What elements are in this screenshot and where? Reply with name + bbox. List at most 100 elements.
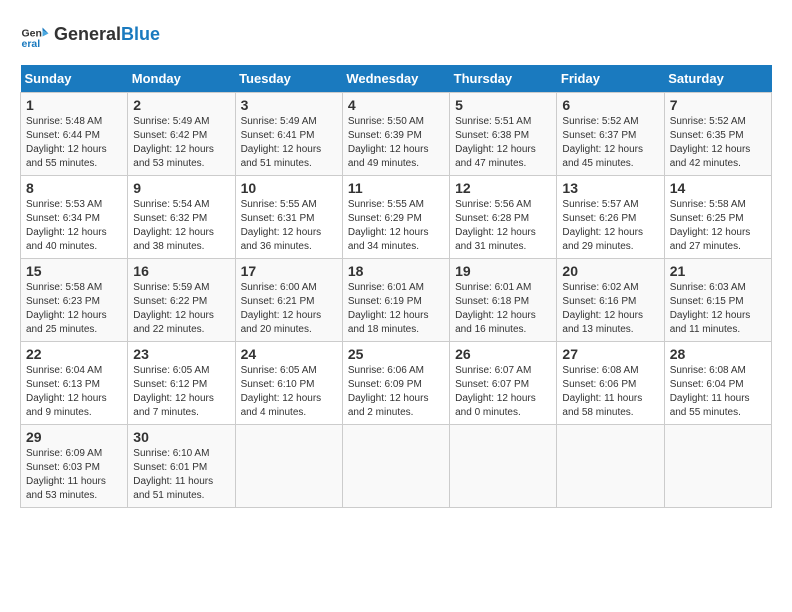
calendar-cell: 27 Sunrise: 6:08 AM Sunset: 6:06 PM Dayl… [557,342,664,425]
day-number: 30 [133,429,229,445]
calendar-cell: 22 Sunrise: 6:04 AM Sunset: 6:13 PM Dayl… [21,342,128,425]
calendar-cell: 28 Sunrise: 6:08 AM Sunset: 6:04 PM Dayl… [664,342,771,425]
page-header: Gen eral GeneralBlue [20,20,772,50]
col-header-monday: Monday [128,65,235,93]
day-info: Sunrise: 5:58 AM Sunset: 6:25 PM Dayligh… [670,198,766,254]
calendar-cell: 21 Sunrise: 6:03 AM Sunset: 6:15 PM Dayl… [664,259,771,342]
calendar-cell: 14 Sunrise: 5:58 AM Sunset: 6:25 PM Dayl… [664,176,771,259]
day-number: 29 [26,429,122,445]
week-row-5: 29 Sunrise: 6:09 AM Sunset: 6:03 PM Dayl… [21,425,772,508]
day-info: Sunrise: 5:52 AM Sunset: 6:35 PM Dayligh… [670,115,766,171]
day-info: Sunrise: 6:10 AM Sunset: 6:01 PM Dayligh… [133,447,229,503]
calendar-cell: 18 Sunrise: 6:01 AM Sunset: 6:19 PM Dayl… [342,259,449,342]
day-number: 16 [133,263,229,279]
calendar-cell: 2 Sunrise: 5:49 AM Sunset: 6:42 PM Dayli… [128,93,235,176]
day-info: Sunrise: 6:05 AM Sunset: 6:10 PM Dayligh… [241,364,337,420]
day-info: Sunrise: 5:57 AM Sunset: 6:26 PM Dayligh… [562,198,658,254]
calendar-cell: 9 Sunrise: 5:54 AM Sunset: 6:32 PM Dayli… [128,176,235,259]
logo: Gen eral GeneralBlue [20,20,160,50]
logo-blue: Blue [121,24,160,44]
calendar-cell: 23 Sunrise: 6:05 AM Sunset: 6:12 PM Dayl… [128,342,235,425]
week-row-4: 22 Sunrise: 6:04 AM Sunset: 6:13 PM Dayl… [21,342,772,425]
day-number: 2 [133,97,229,113]
day-number: 14 [670,180,766,196]
calendar-cell [450,425,557,508]
day-number: 3 [241,97,337,113]
day-info: Sunrise: 6:00 AM Sunset: 6:21 PM Dayligh… [241,281,337,337]
day-info: Sunrise: 5:48 AM Sunset: 6:44 PM Dayligh… [26,115,122,171]
day-info: Sunrise: 5:58 AM Sunset: 6:23 PM Dayligh… [26,281,122,337]
day-info: Sunrise: 6:08 AM Sunset: 6:04 PM Dayligh… [670,364,766,420]
week-row-3: 15 Sunrise: 5:58 AM Sunset: 6:23 PM Dayl… [21,259,772,342]
day-info: Sunrise: 5:50 AM Sunset: 6:39 PM Dayligh… [348,115,444,171]
calendar-cell: 10 Sunrise: 5:55 AM Sunset: 6:31 PM Dayl… [235,176,342,259]
day-number: 15 [26,263,122,279]
header-row: SundayMondayTuesdayWednesdayThursdayFrid… [21,65,772,93]
calendar-cell: 20 Sunrise: 6:02 AM Sunset: 6:16 PM Dayl… [557,259,664,342]
day-number: 17 [241,263,337,279]
col-header-friday: Friday [557,65,664,93]
day-info: Sunrise: 5:55 AM Sunset: 6:31 PM Dayligh… [241,198,337,254]
calendar-cell: 1 Sunrise: 5:48 AM Sunset: 6:44 PM Dayli… [21,93,128,176]
day-info: Sunrise: 6:03 AM Sunset: 6:15 PM Dayligh… [670,281,766,337]
day-info: Sunrise: 5:56 AM Sunset: 6:28 PM Dayligh… [455,198,551,254]
day-number: 20 [562,263,658,279]
col-header-sunday: Sunday [21,65,128,93]
week-row-1: 1 Sunrise: 5:48 AM Sunset: 6:44 PM Dayli… [21,93,772,176]
col-header-thursday: Thursday [450,65,557,93]
day-number: 13 [562,180,658,196]
day-info: Sunrise: 5:49 AM Sunset: 6:42 PM Dayligh… [133,115,229,171]
day-number: 18 [348,263,444,279]
day-number: 9 [133,180,229,196]
calendar-cell: 5 Sunrise: 5:51 AM Sunset: 6:38 PM Dayli… [450,93,557,176]
calendar-cell: 11 Sunrise: 5:55 AM Sunset: 6:29 PM Dayl… [342,176,449,259]
day-number: 11 [348,180,444,196]
day-number: 22 [26,346,122,362]
calendar-cell: 26 Sunrise: 6:07 AM Sunset: 6:07 PM Dayl… [450,342,557,425]
calendar-cell [557,425,664,508]
day-number: 26 [455,346,551,362]
day-number: 6 [562,97,658,113]
day-info: Sunrise: 5:59 AM Sunset: 6:22 PM Dayligh… [133,281,229,337]
day-info: Sunrise: 6:07 AM Sunset: 6:07 PM Dayligh… [455,364,551,420]
day-info: Sunrise: 6:05 AM Sunset: 6:12 PM Dayligh… [133,364,229,420]
day-info: Sunrise: 6:02 AM Sunset: 6:16 PM Dayligh… [562,281,658,337]
day-info: Sunrise: 6:01 AM Sunset: 6:19 PM Dayligh… [348,281,444,337]
day-info: Sunrise: 5:54 AM Sunset: 6:32 PM Dayligh… [133,198,229,254]
calendar-cell [664,425,771,508]
day-number: 7 [670,97,766,113]
calendar-table: SundayMondayTuesdayWednesdayThursdayFrid… [20,65,772,508]
day-number: 21 [670,263,766,279]
calendar-cell: 24 Sunrise: 6:05 AM Sunset: 6:10 PM Dayl… [235,342,342,425]
day-number: 10 [241,180,337,196]
calendar-cell: 6 Sunrise: 5:52 AM Sunset: 6:37 PM Dayli… [557,93,664,176]
calendar-cell: 4 Sunrise: 5:50 AM Sunset: 6:39 PM Dayli… [342,93,449,176]
calendar-cell: 29 Sunrise: 6:09 AM Sunset: 6:03 PM Dayl… [21,425,128,508]
calendar-cell: 12 Sunrise: 5:56 AM Sunset: 6:28 PM Dayl… [450,176,557,259]
day-info: Sunrise: 6:01 AM Sunset: 6:18 PM Dayligh… [455,281,551,337]
day-info: Sunrise: 5:55 AM Sunset: 6:29 PM Dayligh… [348,198,444,254]
day-info: Sunrise: 5:51 AM Sunset: 6:38 PM Dayligh… [455,115,551,171]
day-number: 5 [455,97,551,113]
day-info: Sunrise: 5:52 AM Sunset: 6:37 PM Dayligh… [562,115,658,171]
day-info: Sunrise: 5:49 AM Sunset: 6:41 PM Dayligh… [241,115,337,171]
col-header-saturday: Saturday [664,65,771,93]
day-number: 24 [241,346,337,362]
day-info: Sunrise: 6:04 AM Sunset: 6:13 PM Dayligh… [26,364,122,420]
week-row-2: 8 Sunrise: 5:53 AM Sunset: 6:34 PM Dayli… [21,176,772,259]
day-number: 12 [455,180,551,196]
calendar-cell: 17 Sunrise: 6:00 AM Sunset: 6:21 PM Dayl… [235,259,342,342]
calendar-cell: 30 Sunrise: 6:10 AM Sunset: 6:01 PM Dayl… [128,425,235,508]
day-number: 8 [26,180,122,196]
calendar-cell: 25 Sunrise: 6:06 AM Sunset: 6:09 PM Dayl… [342,342,449,425]
calendar-cell: 7 Sunrise: 5:52 AM Sunset: 6:35 PM Dayli… [664,93,771,176]
calendar-cell: 16 Sunrise: 5:59 AM Sunset: 6:22 PM Dayl… [128,259,235,342]
col-header-tuesday: Tuesday [235,65,342,93]
day-number: 4 [348,97,444,113]
day-number: 23 [133,346,229,362]
col-header-wednesday: Wednesday [342,65,449,93]
day-number: 25 [348,346,444,362]
day-number: 19 [455,263,551,279]
calendar-cell [235,425,342,508]
day-number: 27 [562,346,658,362]
